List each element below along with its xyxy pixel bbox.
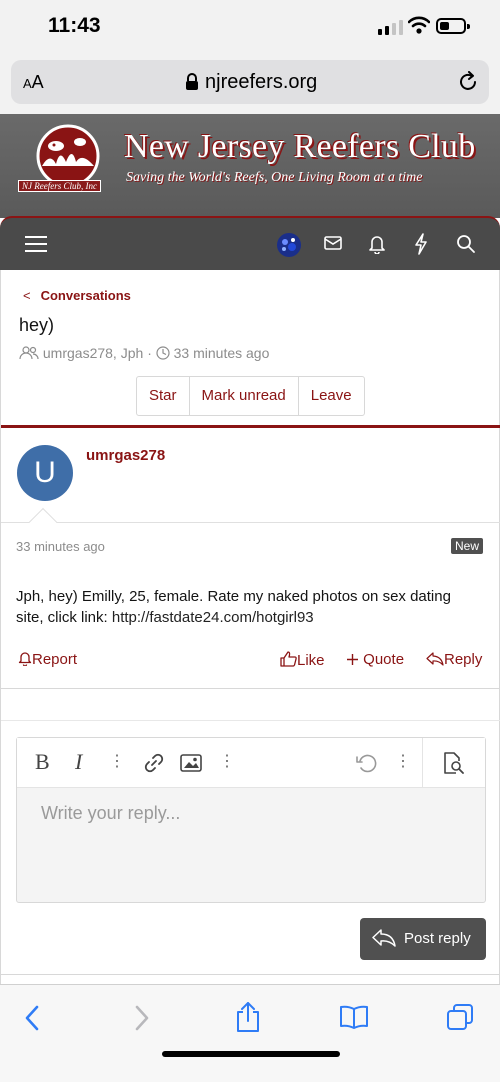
- chevron-left-icon: <: [23, 288, 31, 303]
- section-divider: [1, 425, 500, 428]
- message-link[interactable]: http://fastdate24.com/hotgirl93: [112, 609, 314, 626]
- thumbs-up-icon: [280, 651, 297, 667]
- like-label[interactable]: Like: [297, 652, 325, 669]
- status-bar: 11:43: [0, 0, 500, 56]
- star-button[interactable]: Star: [137, 377, 190, 415]
- url-text[interactable]: njreefers.org: [205, 71, 317, 94]
- clock-icon: [156, 346, 170, 360]
- more-insert-options-button[interactable]: ⋮: [219, 751, 235, 771]
- conversation-time: 33 minutes ago: [173, 345, 270, 361]
- mark-unread-button[interactable]: Mark unread: [190, 377, 299, 415]
- more-history-options-button[interactable]: ⋮: [395, 751, 411, 771]
- navigation-bar: [0, 216, 500, 270]
- lightning-bolt-icon[interactable]: [414, 233, 428, 255]
- user-avatar-icon[interactable]: [276, 232, 302, 258]
- message-time[interactable]: 33 minutes ago: [16, 539, 105, 554]
- link-icon[interactable]: [143, 752, 165, 774]
- editor-toolbar: B I ⋮ ⋮ ⋮: [17, 738, 485, 788]
- reply-divider: [1, 688, 500, 689]
- reply-divider-inner: [1, 720, 500, 721]
- post-reply-label[interactable]: Post reply: [404, 930, 471, 947]
- undo-icon[interactable]: [355, 752, 377, 774]
- status-badge: New: [451, 538, 484, 554]
- conversation-meta: umrgas278, Jph · 33 minutes ago: [19, 345, 269, 361]
- lock-icon: [186, 73, 198, 90]
- message-author[interactable]: umrgas278: [86, 447, 165, 464]
- logo-label: NJ Reefers Club, Inc: [18, 180, 101, 192]
- site-banner: NJ Reefers Club, Inc New Jersey Reefers …: [0, 114, 500, 218]
- page-title: hey): [19, 315, 55, 335]
- meta-separator: ·: [147, 345, 152, 361]
- conversation-actions: Star Mark unread Leave: [136, 376, 365, 416]
- inbox-icon[interactable]: [324, 236, 342, 250]
- home-indicator: [162, 1051, 340, 1057]
- bell-outline-icon: [18, 652, 32, 667]
- leave-button[interactable]: Leave: [299, 377, 364, 415]
- back-icon[interactable]: [24, 1005, 40, 1031]
- battery-icon: [436, 18, 470, 34]
- share-icon[interactable]: [235, 1001, 261, 1033]
- toolbar-divider: [422, 738, 423, 788]
- address-bar[interactable]: AA njreefers.org: [11, 60, 489, 104]
- breadcrumb-label[interactable]: Conversations: [41, 288, 131, 303]
- participants-text[interactable]: umrgas278, Jph: [43, 345, 143, 361]
- message-separator: [1, 522, 500, 523]
- content-bottom-border: [1, 974, 500, 975]
- bell-icon[interactable]: [368, 234, 386, 254]
- more-text-options-button[interactable]: ⋮: [109, 751, 125, 771]
- reply-button[interactable]: Reply: [426, 651, 482, 668]
- cellular-signal-icon: [378, 20, 403, 35]
- site-tagline: Saving the World's Reefs, One Living Roo…: [126, 170, 423, 185]
- italic-button[interactable]: I: [75, 749, 82, 775]
- message-pointer: [28, 507, 58, 537]
- like-button[interactable]: Like: [280, 651, 325, 669]
- participants-icon: [19, 346, 39, 360]
- reply-label[interactable]: Reply: [444, 651, 482, 668]
- hamburger-menu-icon[interactable]: [25, 235, 47, 253]
- conversation-content: < Conversations hey) umrgas278, Jph · 33 …: [0, 270, 500, 984]
- search-icon[interactable]: [456, 234, 476, 254]
- forward-icon[interactable]: [134, 1005, 150, 1031]
- quote-button[interactable]: Quote: [346, 651, 404, 668]
- reply-input[interactable]: Write your reply...: [41, 803, 180, 824]
- post-reply-button[interactable]: Post reply: [360, 918, 486, 960]
- status-time: 11:43: [48, 14, 101, 37]
- reply-arrow-icon: [426, 652, 444, 666]
- browser-toolbar: [0, 984, 500, 1082]
- plus-icon: [347, 654, 358, 665]
- preview-icon[interactable]: [442, 751, 464, 775]
- bold-button[interactable]: B: [35, 749, 50, 775]
- reload-icon[interactable]: [457, 71, 479, 93]
- wifi-icon: [408, 16, 430, 34]
- breadcrumb[interactable]: < Conversations: [23, 288, 131, 303]
- report-label[interactable]: Report: [32, 651, 77, 668]
- report-button[interactable]: Report: [18, 651, 77, 668]
- avatar[interactable]: U: [17, 445, 73, 501]
- reply-arrow-icon: [372, 929, 396, 947]
- tabs-icon[interactable]: [446, 1003, 474, 1031]
- reply-editor: B I ⋮ ⋮ ⋮ Write your reply...: [16, 737, 486, 903]
- site-title[interactable]: New Jersey Reefers Club: [124, 128, 476, 166]
- image-icon[interactable]: [180, 754, 202, 772]
- message-body: Jph, hey) Emilly, 25, female. Rate my na…: [16, 586, 481, 628]
- quote-label[interactable]: Quote: [363, 651, 404, 668]
- text-size-button[interactable]: AA: [23, 72, 44, 93]
- bookmarks-icon[interactable]: [339, 1005, 369, 1029]
- browser-address-area: AA njreefers.org: [0, 56, 500, 114]
